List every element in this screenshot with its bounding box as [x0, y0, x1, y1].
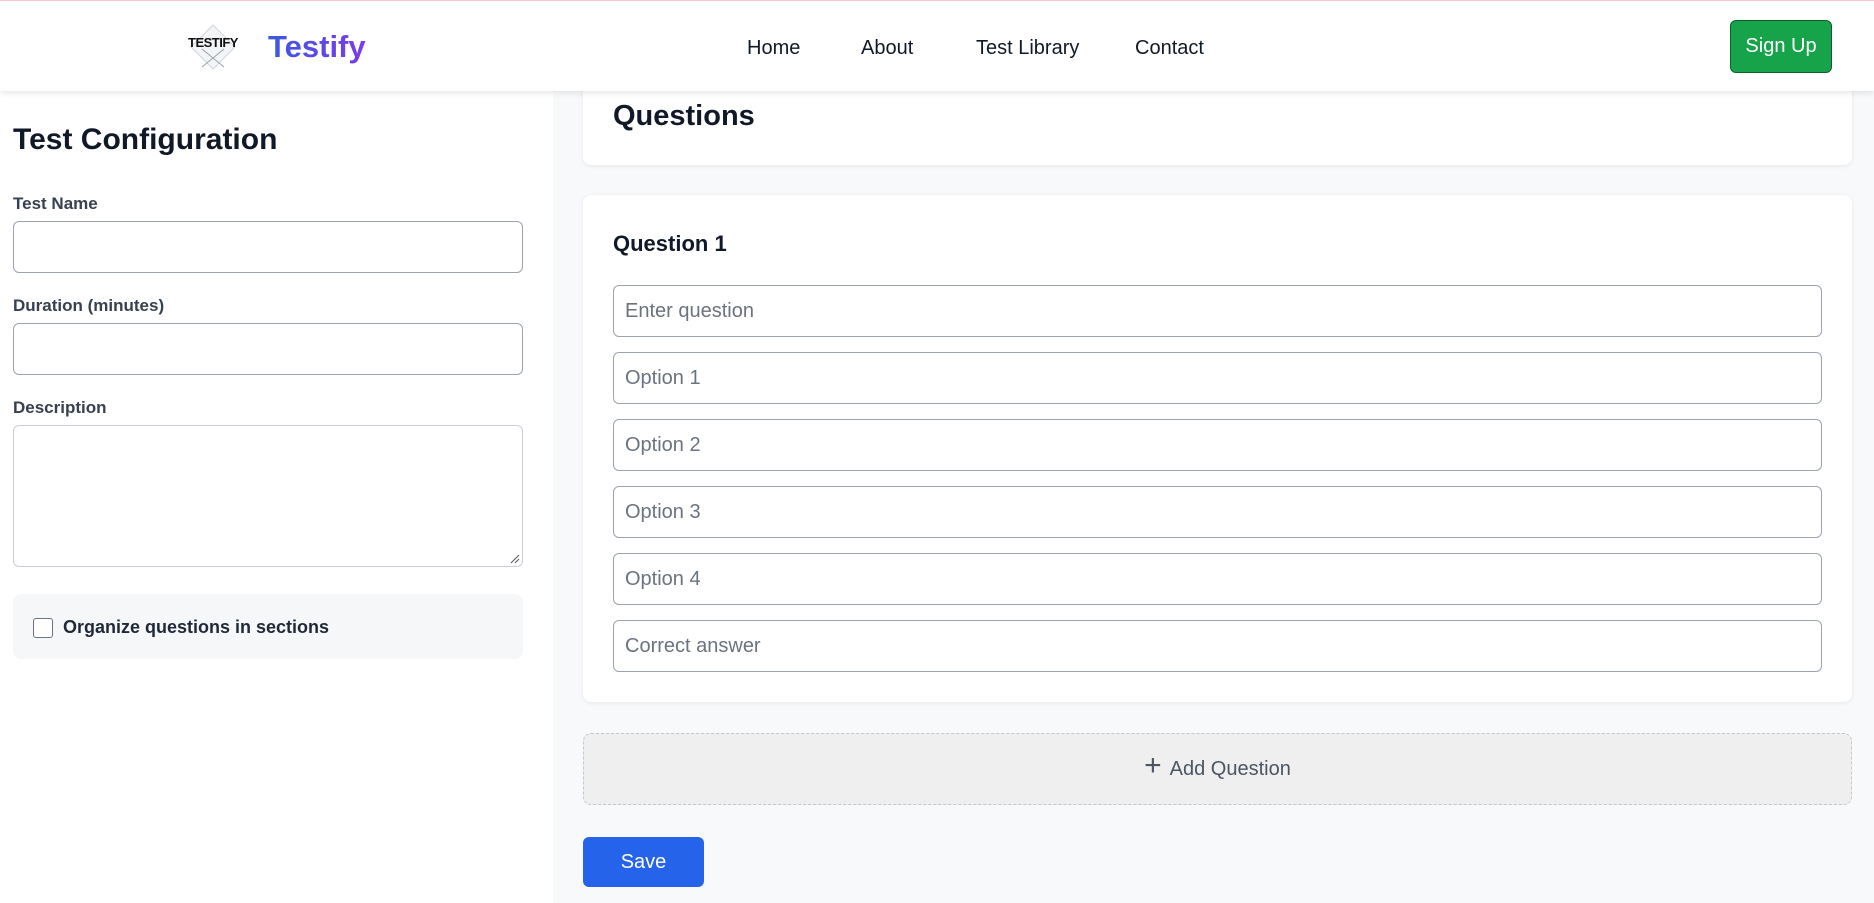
- option-2-input[interactable]: [613, 419, 1822, 471]
- sections-checkbox-label[interactable]: Organize questions in sections: [63, 617, 329, 638]
- question-card: Question 1: [583, 195, 1852, 702]
- signup-button[interactable]: Sign Up: [1730, 20, 1832, 73]
- option-1-input[interactable]: [613, 352, 1822, 404]
- nav-contact[interactable]: Contact: [1135, 37, 1204, 60]
- nav-about[interactable]: About: [861, 37, 913, 60]
- test-name-label: Test Name: [13, 194, 98, 213]
- option-3-input[interactable]: [613, 486, 1822, 538]
- sections-option: Organize questions in sections: [13, 594, 523, 659]
- navbar: TESTIFY Testify Home About Test Library …: [0, 0, 1874, 91]
- save-button[interactable]: Save: [583, 837, 704, 887]
- question-input[interactable]: [613, 285, 1822, 337]
- brand-name[interactable]: Testify: [268, 29, 366, 65]
- description-label: Description: [13, 398, 107, 417]
- logo-text: TESTIFY: [188, 35, 238, 50]
- config-title: Test Configuration: [13, 123, 278, 156]
- correct-answer-input[interactable]: [613, 620, 1822, 672]
- questions-header-card: Questions: [583, 78, 1852, 165]
- add-question-button[interactable]: + Add Question: [583, 733, 1852, 805]
- duration-label: Duration (minutes): [13, 296, 165, 315]
- testify-logo-icon[interactable]: TESTIFY: [188, 23, 238, 71]
- duration-input[interactable]: [13, 323, 523, 375]
- description-textarea[interactable]: [13, 425, 523, 567]
- question-title: Question 1: [613, 231, 727, 256]
- sections-checkbox[interactable]: [33, 618, 53, 638]
- add-question-label: Add Question: [1169, 757, 1291, 780]
- test-name-input[interactable]: [13, 221, 523, 273]
- resize-handle-icon[interactable]: [510, 554, 520, 564]
- plus-icon: +: [1144, 749, 1162, 782]
- test-configuration-panel: Test Configuration Test Name Duration (m…: [0, 91, 553, 903]
- questions-title: Questions: [613, 100, 755, 132]
- option-4-input[interactable]: [613, 553, 1822, 605]
- nav-test-library[interactable]: Test Library: [976, 37, 1079, 60]
- nav-home[interactable]: Home: [747, 37, 800, 60]
